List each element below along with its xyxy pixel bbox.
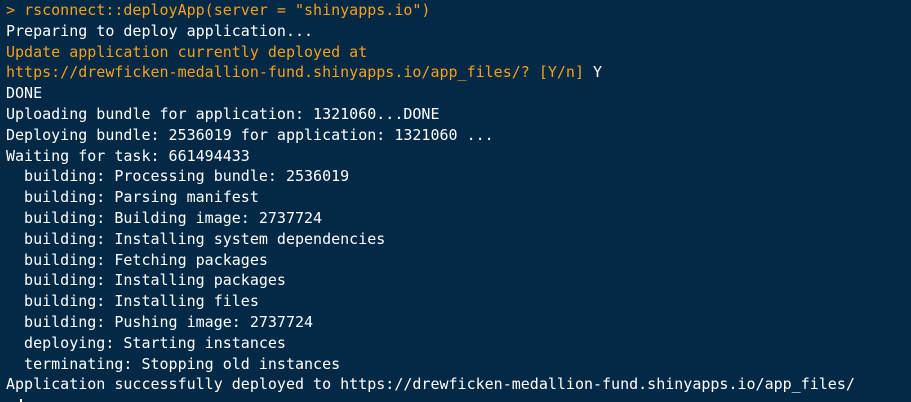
output-line: building: Installing system dependencies [6,229,386,248]
user-answer: Y [593,63,603,82]
command-text: rsconnect::deployApp(server = "shinyapps… [24,1,431,19]
output-line: building: Processing bundle: 2536019 [6,167,350,186]
output-line: building: Building image: 2737724 [6,208,323,227]
output-line: DONE [6,84,43,103]
text-cursor [20,398,22,402]
output-line: terminating: Stopping old instances [6,354,341,373]
output-line-success: Application successfully deployed to htt… [6,375,855,394]
input-line[interactable] [6,395,911,402]
output-line-prompt: Update application currently deployed at [6,42,368,61]
output-line-prompt-url: https://drewficken-medallion-fund.shinya… [6,62,911,83]
prompt-symbol: > [6,1,16,19]
output-line: Preparing to deploy application... [6,21,314,40]
output-line: Deploying bundle: 2536019 for applicatio… [6,125,494,144]
output-line: Waiting for task: 661494433 [6,146,250,165]
output-line: deploying: Starting instances [6,333,286,352]
prompt-question: https://drewficken-medallion-fund.shinya… [6,63,593,82]
command-line: > rsconnect::deployApp(server = "shinyap… [6,0,911,21]
output-line: Uploading bundle for application: 132106… [6,104,440,123]
output-line: building: Installing files [6,292,259,311]
output-line: building: Installing packages [6,271,286,290]
r-console[interactable]: > rsconnect::deployApp(server = "shinyap… [0,0,911,402]
output-line: building: Fetching packages [6,250,268,269]
output-line: building: Parsing manifest [6,188,259,207]
output-line: building: Pushing image: 2737724 [6,312,314,331]
